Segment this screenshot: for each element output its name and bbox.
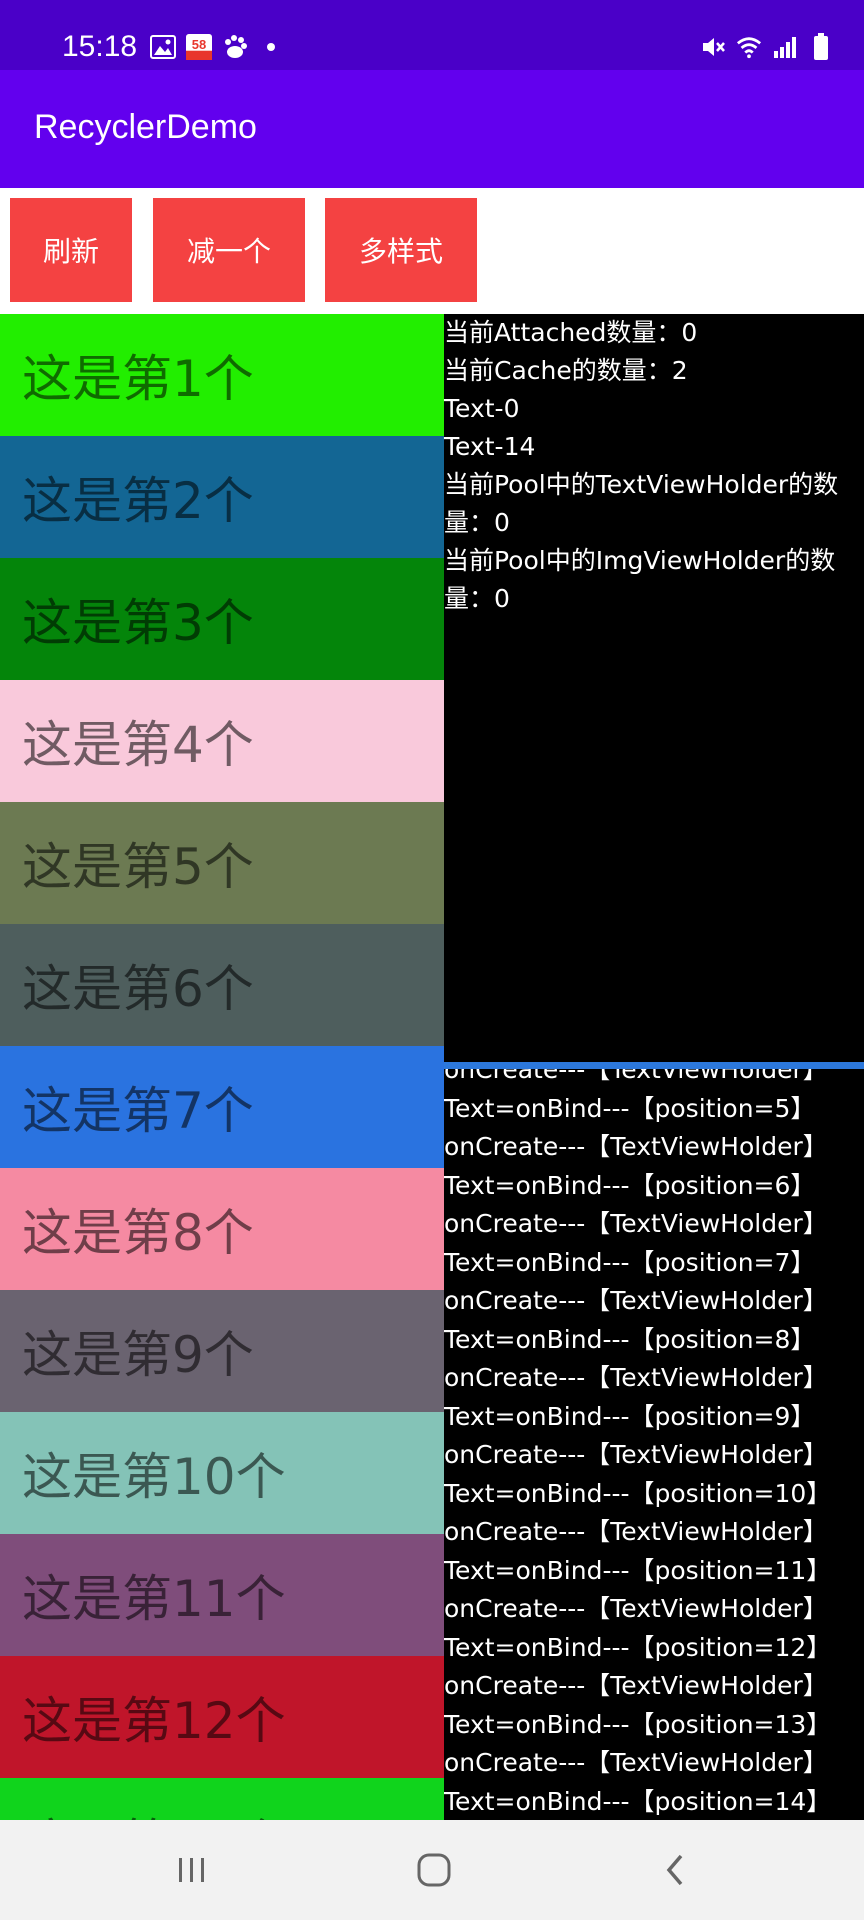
list-item[interactable]: 这是第9个	[0, 1290, 444, 1412]
pool-img-count: 当前Pool中的ImgViewHolder的数量：0	[444, 546, 836, 613]
log-panel[interactable]: onCreate---【TextViewHolder】 Text=onBind--…	[444, 1069, 864, 1820]
dot-icon	[258, 34, 284, 60]
recent-apps-icon[interactable]	[162, 1846, 222, 1894]
panel-divider	[444, 1062, 864, 1069]
list-item[interactable]: 这是第5个	[0, 802, 444, 924]
list-item[interactable]: 这是第12个	[0, 1656, 444, 1778]
refresh-button[interactable]: 刷新	[10, 198, 132, 302]
list-item[interactable]: 这是第2个	[0, 436, 444, 558]
log-line: onCreate---【TextViewHolder】	[444, 1132, 828, 1161]
cache-count: 当前Cache的数量：2	[444, 356, 688, 385]
list-item[interactable]: 这是第1个	[0, 314, 444, 436]
log-line: onCreate---【TextViewHolder】	[444, 1363, 828, 1392]
log-line: Text=onBind---【position=8】	[444, 1324, 816, 1354]
log-line: Text=onBind---【position=7】	[444, 1247, 816, 1277]
log-line: Text=onBind---【position=12】	[444, 1632, 832, 1662]
battery-icon	[808, 33, 834, 60]
log-line: onCreate---【TextViewHolder】	[444, 1517, 828, 1546]
signal-icon	[772, 34, 798, 60]
log-line: onCreate---【TextViewHolder】	[444, 1069, 828, 1084]
button-row: 刷新 减一个 多样式	[0, 188, 864, 314]
list-item[interactable]: 这是第10个	[0, 1412, 444, 1534]
attached-count: 当前Attached数量：0	[444, 318, 698, 347]
remove-one-button[interactable]: 减一个	[153, 198, 305, 302]
log-line: Text=onBind---【position=13】	[444, 1709, 832, 1739]
list-item[interactable]: 这是第6个	[0, 924, 444, 1046]
mute-icon	[700, 34, 726, 60]
log-line: onCreate---【TextViewHolder】	[444, 1440, 828, 1469]
log-line: onCreate---【TextViewHolder】	[444, 1594, 828, 1623]
app-title: RecyclerDemo	[34, 108, 257, 146]
image-icon	[150, 34, 176, 60]
list-item[interactable]: 这是第11个	[0, 1534, 444, 1656]
navigation-bar	[0, 1820, 864, 1920]
58-app-icon: 58	[186, 34, 212, 60]
log-line: Text=onBind---【position=11】	[444, 1555, 832, 1585]
cache-item: Text-14	[444, 432, 536, 461]
log-line: Text=onBind---【position=9】	[444, 1401, 816, 1431]
list-item[interactable]: 这是第4个	[0, 680, 444, 802]
status-time: 15:18	[62, 30, 138, 63]
list-item[interactable]: 这是第7个	[0, 1046, 444, 1168]
log-line: Text=onBind---【position=5】	[444, 1093, 816, 1123]
log-line: onCreate---【TextViewHolder】	[444, 1748, 828, 1777]
list-item[interactable]: 这是第8个	[0, 1168, 444, 1290]
recycler-list[interactable]: 这是第1个 这是第2个 这是第3个 这是第4个 这是第5个 这是第6个 这是第7个 这是第8个…	[0, 314, 444, 1820]
info-panel: 当前Attached数量：0 当前Cache的数量：2 Text-0 Text-…	[444, 314, 864, 1066]
cache-item: Text-0	[444, 394, 520, 423]
list-item[interactable]: 这是第3个	[0, 558, 444, 680]
baidu-icon	[222, 34, 248, 60]
multi-style-button[interactable]: 多样式	[325, 198, 477, 302]
log-line: Text=onBind---【position=14】	[444, 1786, 832, 1816]
svg-text:58: 58	[192, 37, 206, 52]
log-line: onCreate---【TextViewHolder】	[444, 1209, 828, 1238]
log-line: Text=onBind---【position=10】	[444, 1478, 832, 1508]
log-line: onCreate---【TextViewHolder】	[444, 1671, 828, 1700]
back-icon[interactable]	[646, 1846, 706, 1894]
status-bar: 15:18 58	[0, 0, 864, 70]
list-item[interactable]: 这是第13个	[0, 1778, 444, 1820]
log-line: Text=onBind---【position=6】	[444, 1170, 816, 1200]
wifi-icon	[736, 34, 762, 60]
home-icon[interactable]	[404, 1846, 464, 1894]
pool-text-count: 当前Pool中的TextViewHolder的数量：0	[444, 470, 839, 537]
log-line: onCreate---【TextViewHolder】	[444, 1286, 828, 1315]
app-bar: RecyclerDemo	[0, 70, 864, 188]
